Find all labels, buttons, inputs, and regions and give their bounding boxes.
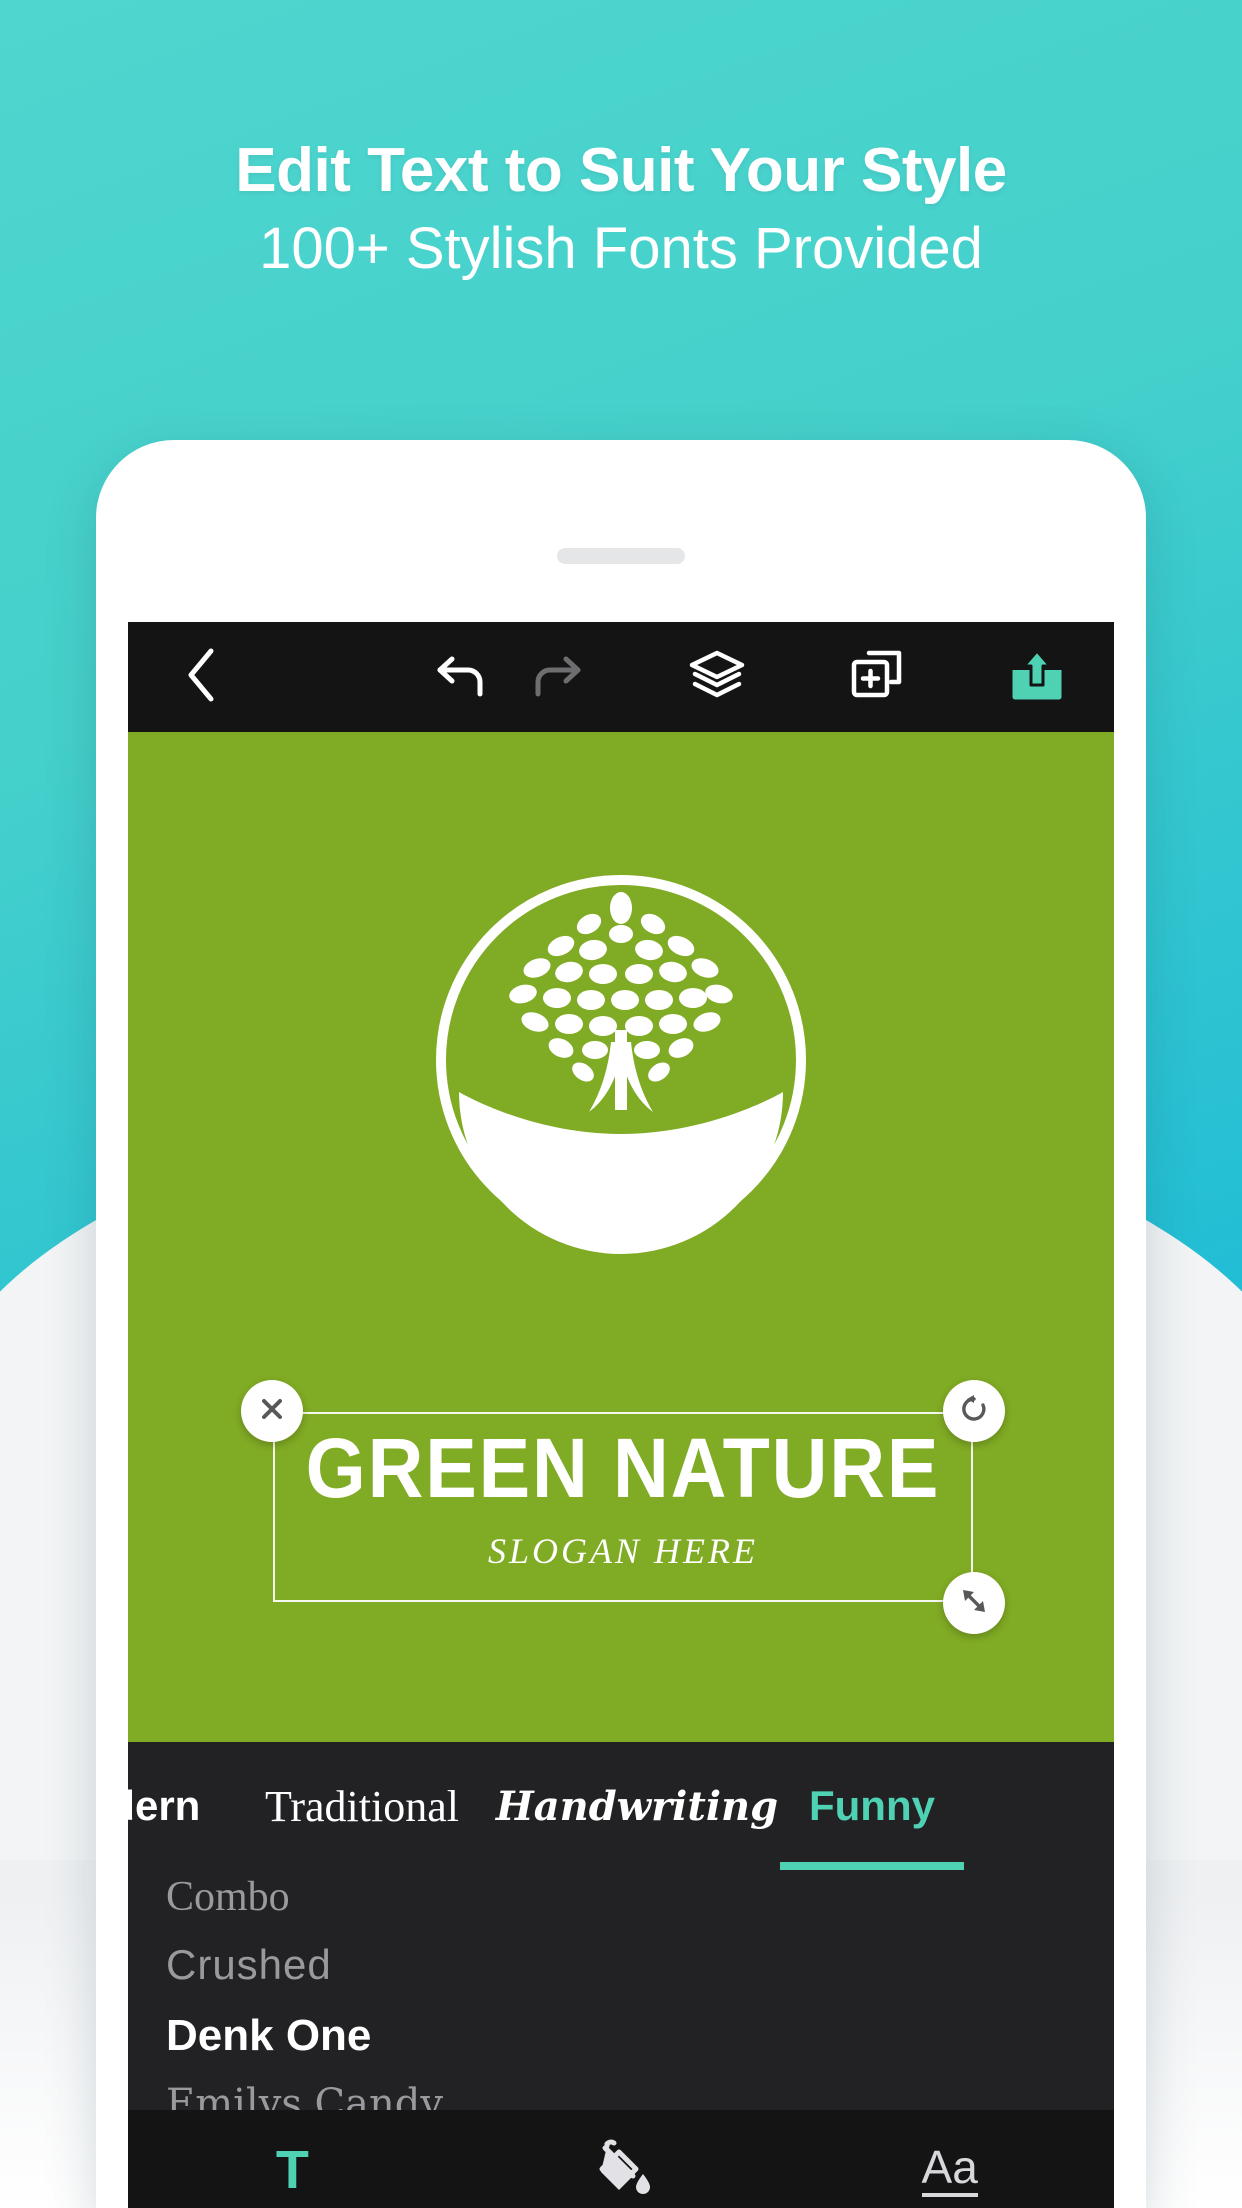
tab-label: Handwriting xyxy=(495,1782,779,1830)
add-square-icon xyxy=(849,648,905,707)
nav-text-tool[interactable]: T xyxy=(128,2110,457,2208)
tab-label: Funny xyxy=(809,1782,935,1829)
close-x-icon xyxy=(259,1396,285,1427)
font-list[interactable]: Combo Crushed Denk One Emilys Candy Fasc… xyxy=(128,1870,1114,2110)
redo-arrow-icon xyxy=(528,649,586,706)
font-style-icon: Aa xyxy=(921,2144,978,2197)
tab-traditional[interactable]: Traditional xyxy=(222,1742,502,1870)
rotate-icon xyxy=(959,1394,989,1429)
logo-title-text[interactable]: GREEN NATURE xyxy=(301,1426,945,1510)
phone-mockup: GREEN NATURE SLOGAN HERE ern Traditional… xyxy=(96,440,1146,2208)
promo-screenshot: Edit Text to Suit Your Style 100+ Stylis… xyxy=(0,0,1242,2208)
export-upload-icon xyxy=(1011,648,1063,707)
phone-speaker-grill xyxy=(557,548,685,564)
logo-slogan-text[interactable]: SLOGAN HERE xyxy=(273,1530,973,1572)
tab-handwriting[interactable]: Handwriting xyxy=(496,1742,778,1870)
resize-diagonal-icon xyxy=(959,1586,989,1621)
nav-font-style-tool[interactable]: Aa xyxy=(785,2110,1114,2208)
editor-toolbar xyxy=(128,622,1114,732)
undo-button[interactable] xyxy=(418,634,504,720)
layers-stack-icon xyxy=(688,648,746,707)
delete-layer-handle[interactable] xyxy=(241,1380,303,1442)
back-button[interactable] xyxy=(166,634,236,720)
undo-arrow-icon xyxy=(432,649,490,706)
add-layer-button[interactable] xyxy=(834,634,920,720)
list-item[interactable]: Emilys Candy xyxy=(166,2058,1076,2110)
list-item[interactable]: Denk One xyxy=(166,1986,1076,2058)
tab-funny[interactable]: Funny xyxy=(772,1742,972,1870)
tab-label: Traditional xyxy=(265,1781,459,1831)
design-canvas[interactable]: GREEN NATURE SLOGAN HERE xyxy=(128,732,1114,1742)
font-category-tabs: odern Traditional Handwriting Funny xyxy=(128,1742,1114,1870)
tab-active-indicator xyxy=(780,1862,964,1870)
tree-circle-logo[interactable] xyxy=(411,850,831,1270)
text-tool-icon: T xyxy=(275,2140,309,2200)
list-item[interactable]: Combo xyxy=(166,1870,1076,1918)
rotate-layer-handle[interactable] xyxy=(943,1380,1005,1442)
tab-modern[interactable]: odern xyxy=(128,1742,222,1870)
layers-button[interactable] xyxy=(674,634,760,720)
redo-button[interactable] xyxy=(514,634,600,720)
paint-bucket-icon xyxy=(589,2136,653,2205)
resize-layer-handle[interactable] xyxy=(943,1572,1005,1634)
text-layer-object[interactable]: GREEN NATURE SLOGAN HERE xyxy=(241,1380,1005,1634)
list-item[interactable]: Crushed xyxy=(166,1918,1076,1986)
tab-label: odern xyxy=(128,1782,201,1829)
chevron-left-icon xyxy=(183,647,219,708)
editor-bottom-nav: T Aa xyxy=(128,2110,1114,2208)
phone-screen: GREEN NATURE SLOGAN HERE ern Traditional… xyxy=(128,622,1114,2208)
export-button[interactable] xyxy=(994,634,1080,720)
nav-fill-tool[interactable] xyxy=(457,2110,786,2208)
